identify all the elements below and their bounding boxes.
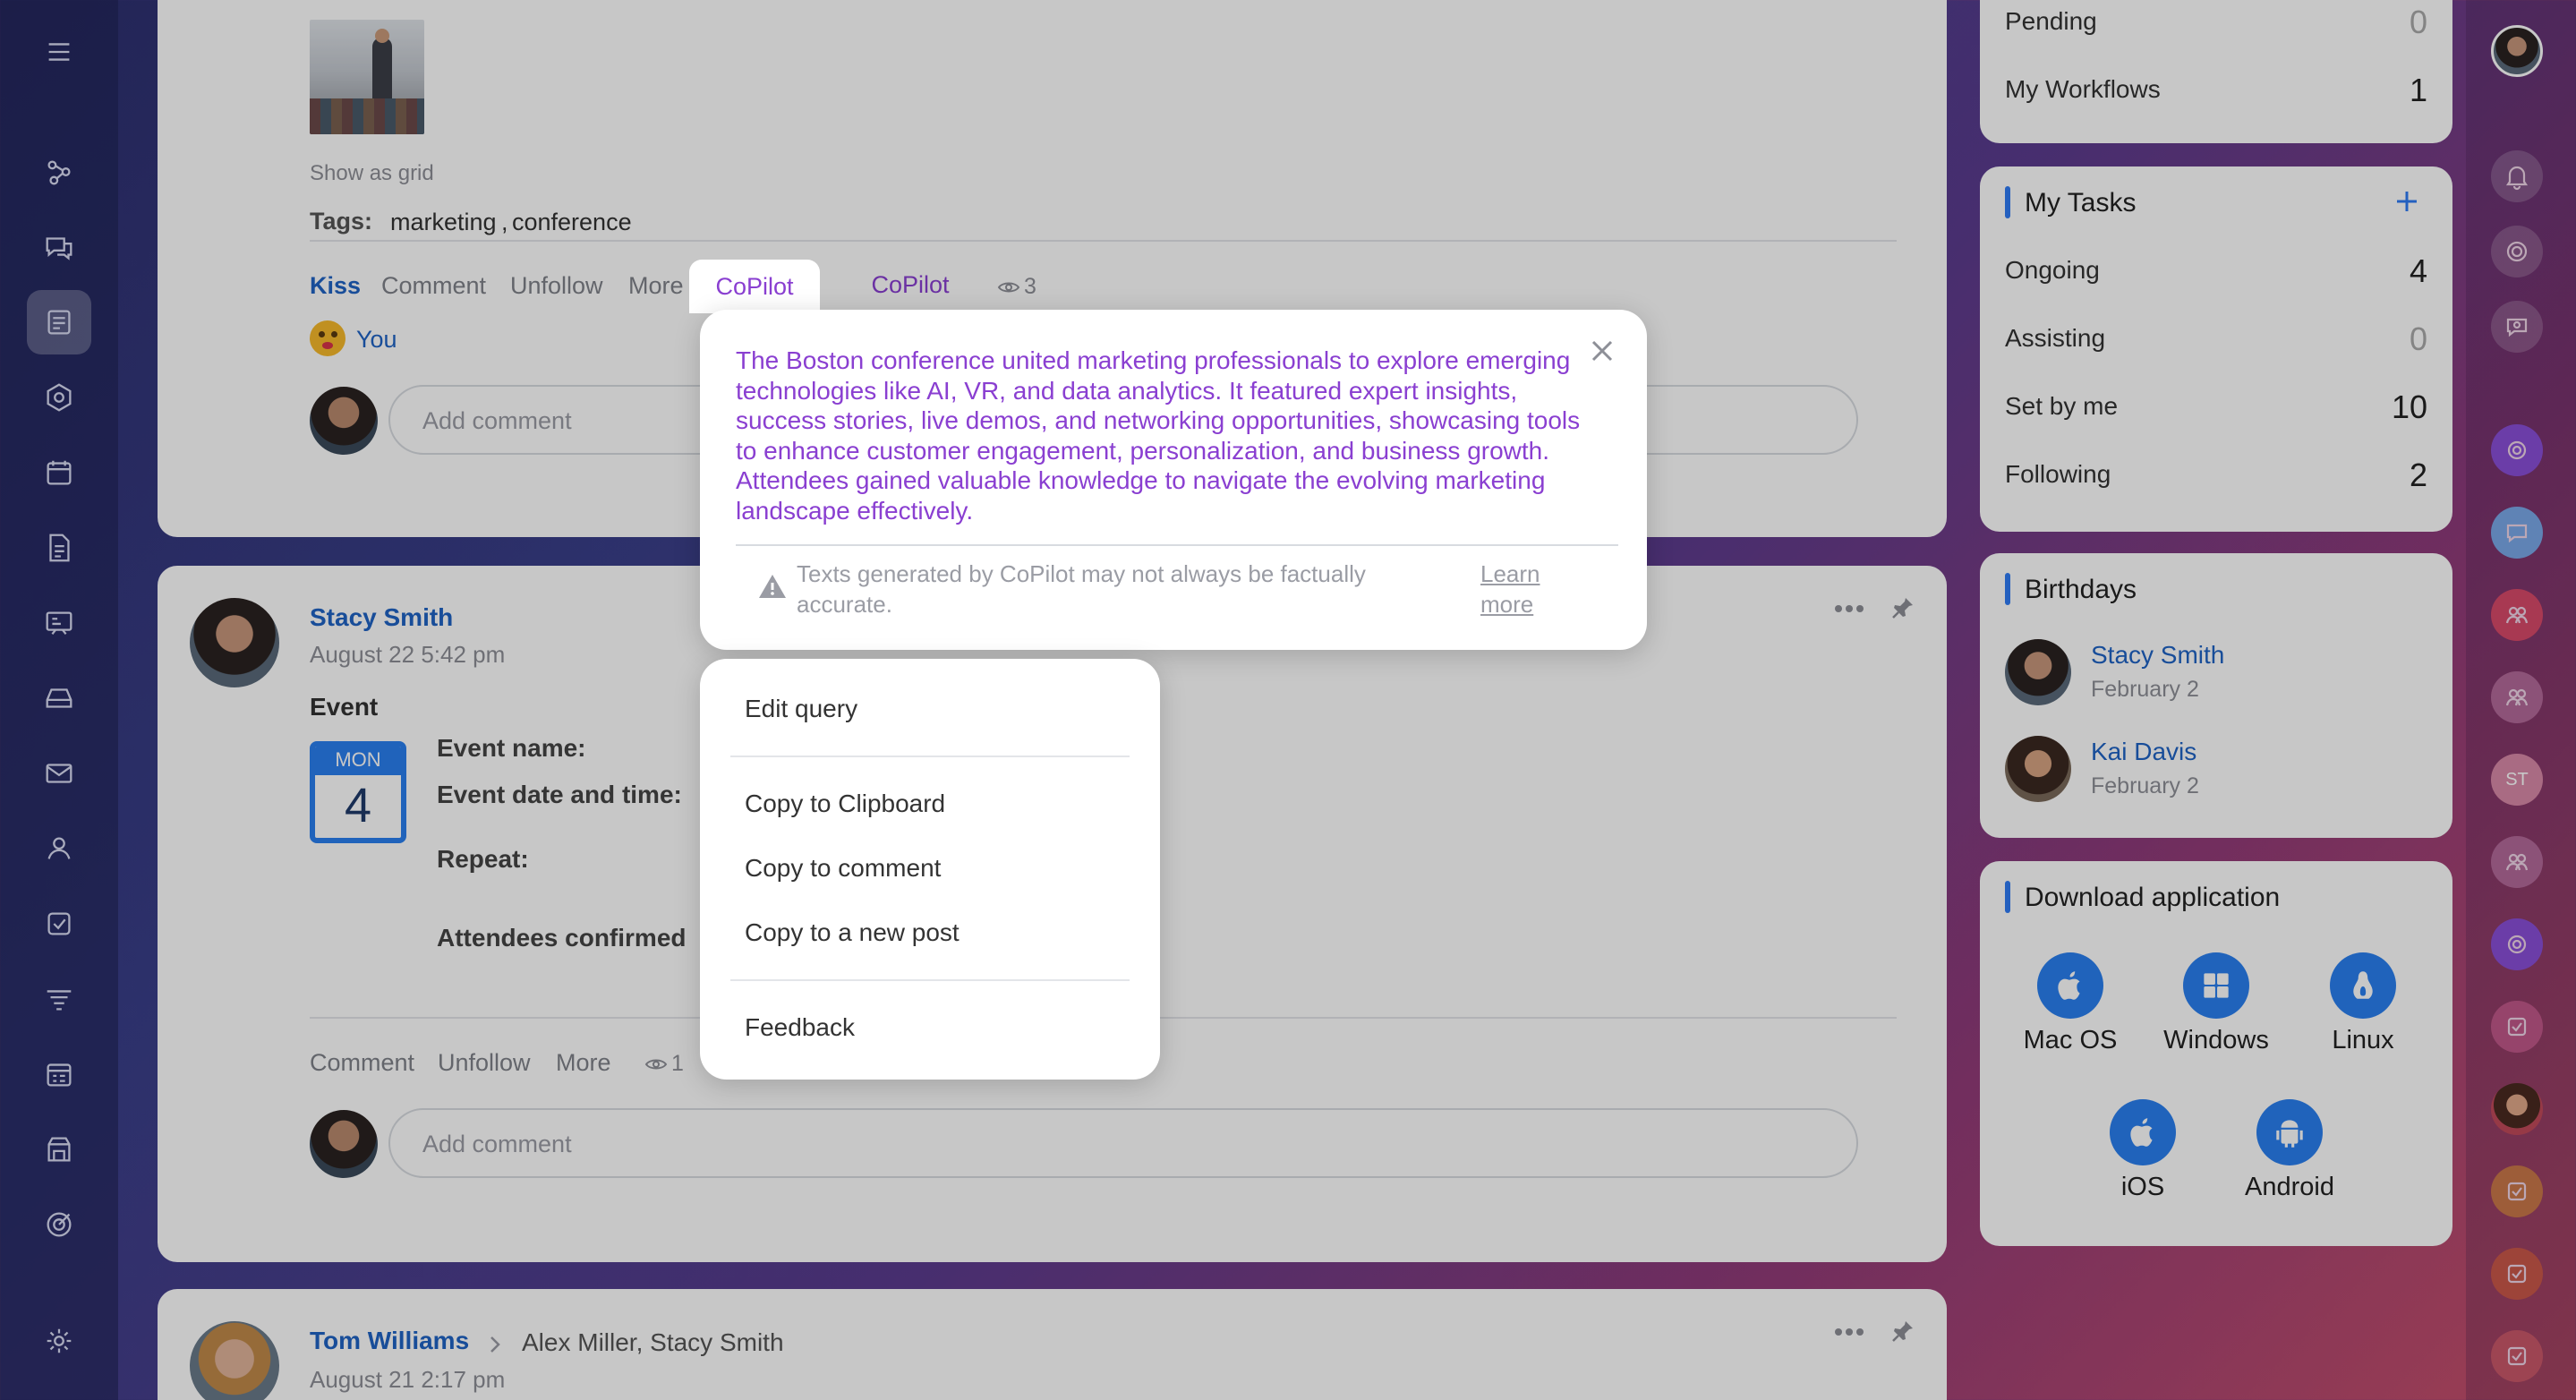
copilot-popup: The Boston conference united marketing p… — [700, 310, 1647, 650]
divider — [736, 544, 1618, 546]
divider — [730, 755, 1130, 757]
edit-query-item[interactable]: Edit query — [745, 695, 857, 723]
close-icon[interactable] — [1590, 338, 1615, 363]
learn-more-link[interactable]: Learn more — [1480, 559, 1561, 619]
modal-backdrop[interactable] — [0, 0, 2576, 1400]
copilot-menu: Edit query Copy to Clipboard Copy to com… — [700, 659, 1160, 1080]
copy-new-post-item[interactable]: Copy to a new post — [745, 918, 960, 947]
copilot-tab-label: CoPilot — [715, 272, 794, 300]
copy-clipboard-item[interactable]: Copy to Clipboard — [745, 790, 945, 818]
copilot-active-tab[interactable]: CoPilot — [689, 260, 820, 313]
divider — [730, 979, 1130, 981]
copilot-summary-text: The Boston conference united marketing p… — [736, 346, 1581, 525]
copilot-disclaimer: Texts generated by CoPilot may not alway… — [797, 560, 1366, 618]
feedback-item[interactable]: Feedback — [745, 1013, 855, 1042]
copy-comment-item[interactable]: Copy to comment — [745, 854, 941, 883]
warning-icon — [759, 575, 786, 598]
